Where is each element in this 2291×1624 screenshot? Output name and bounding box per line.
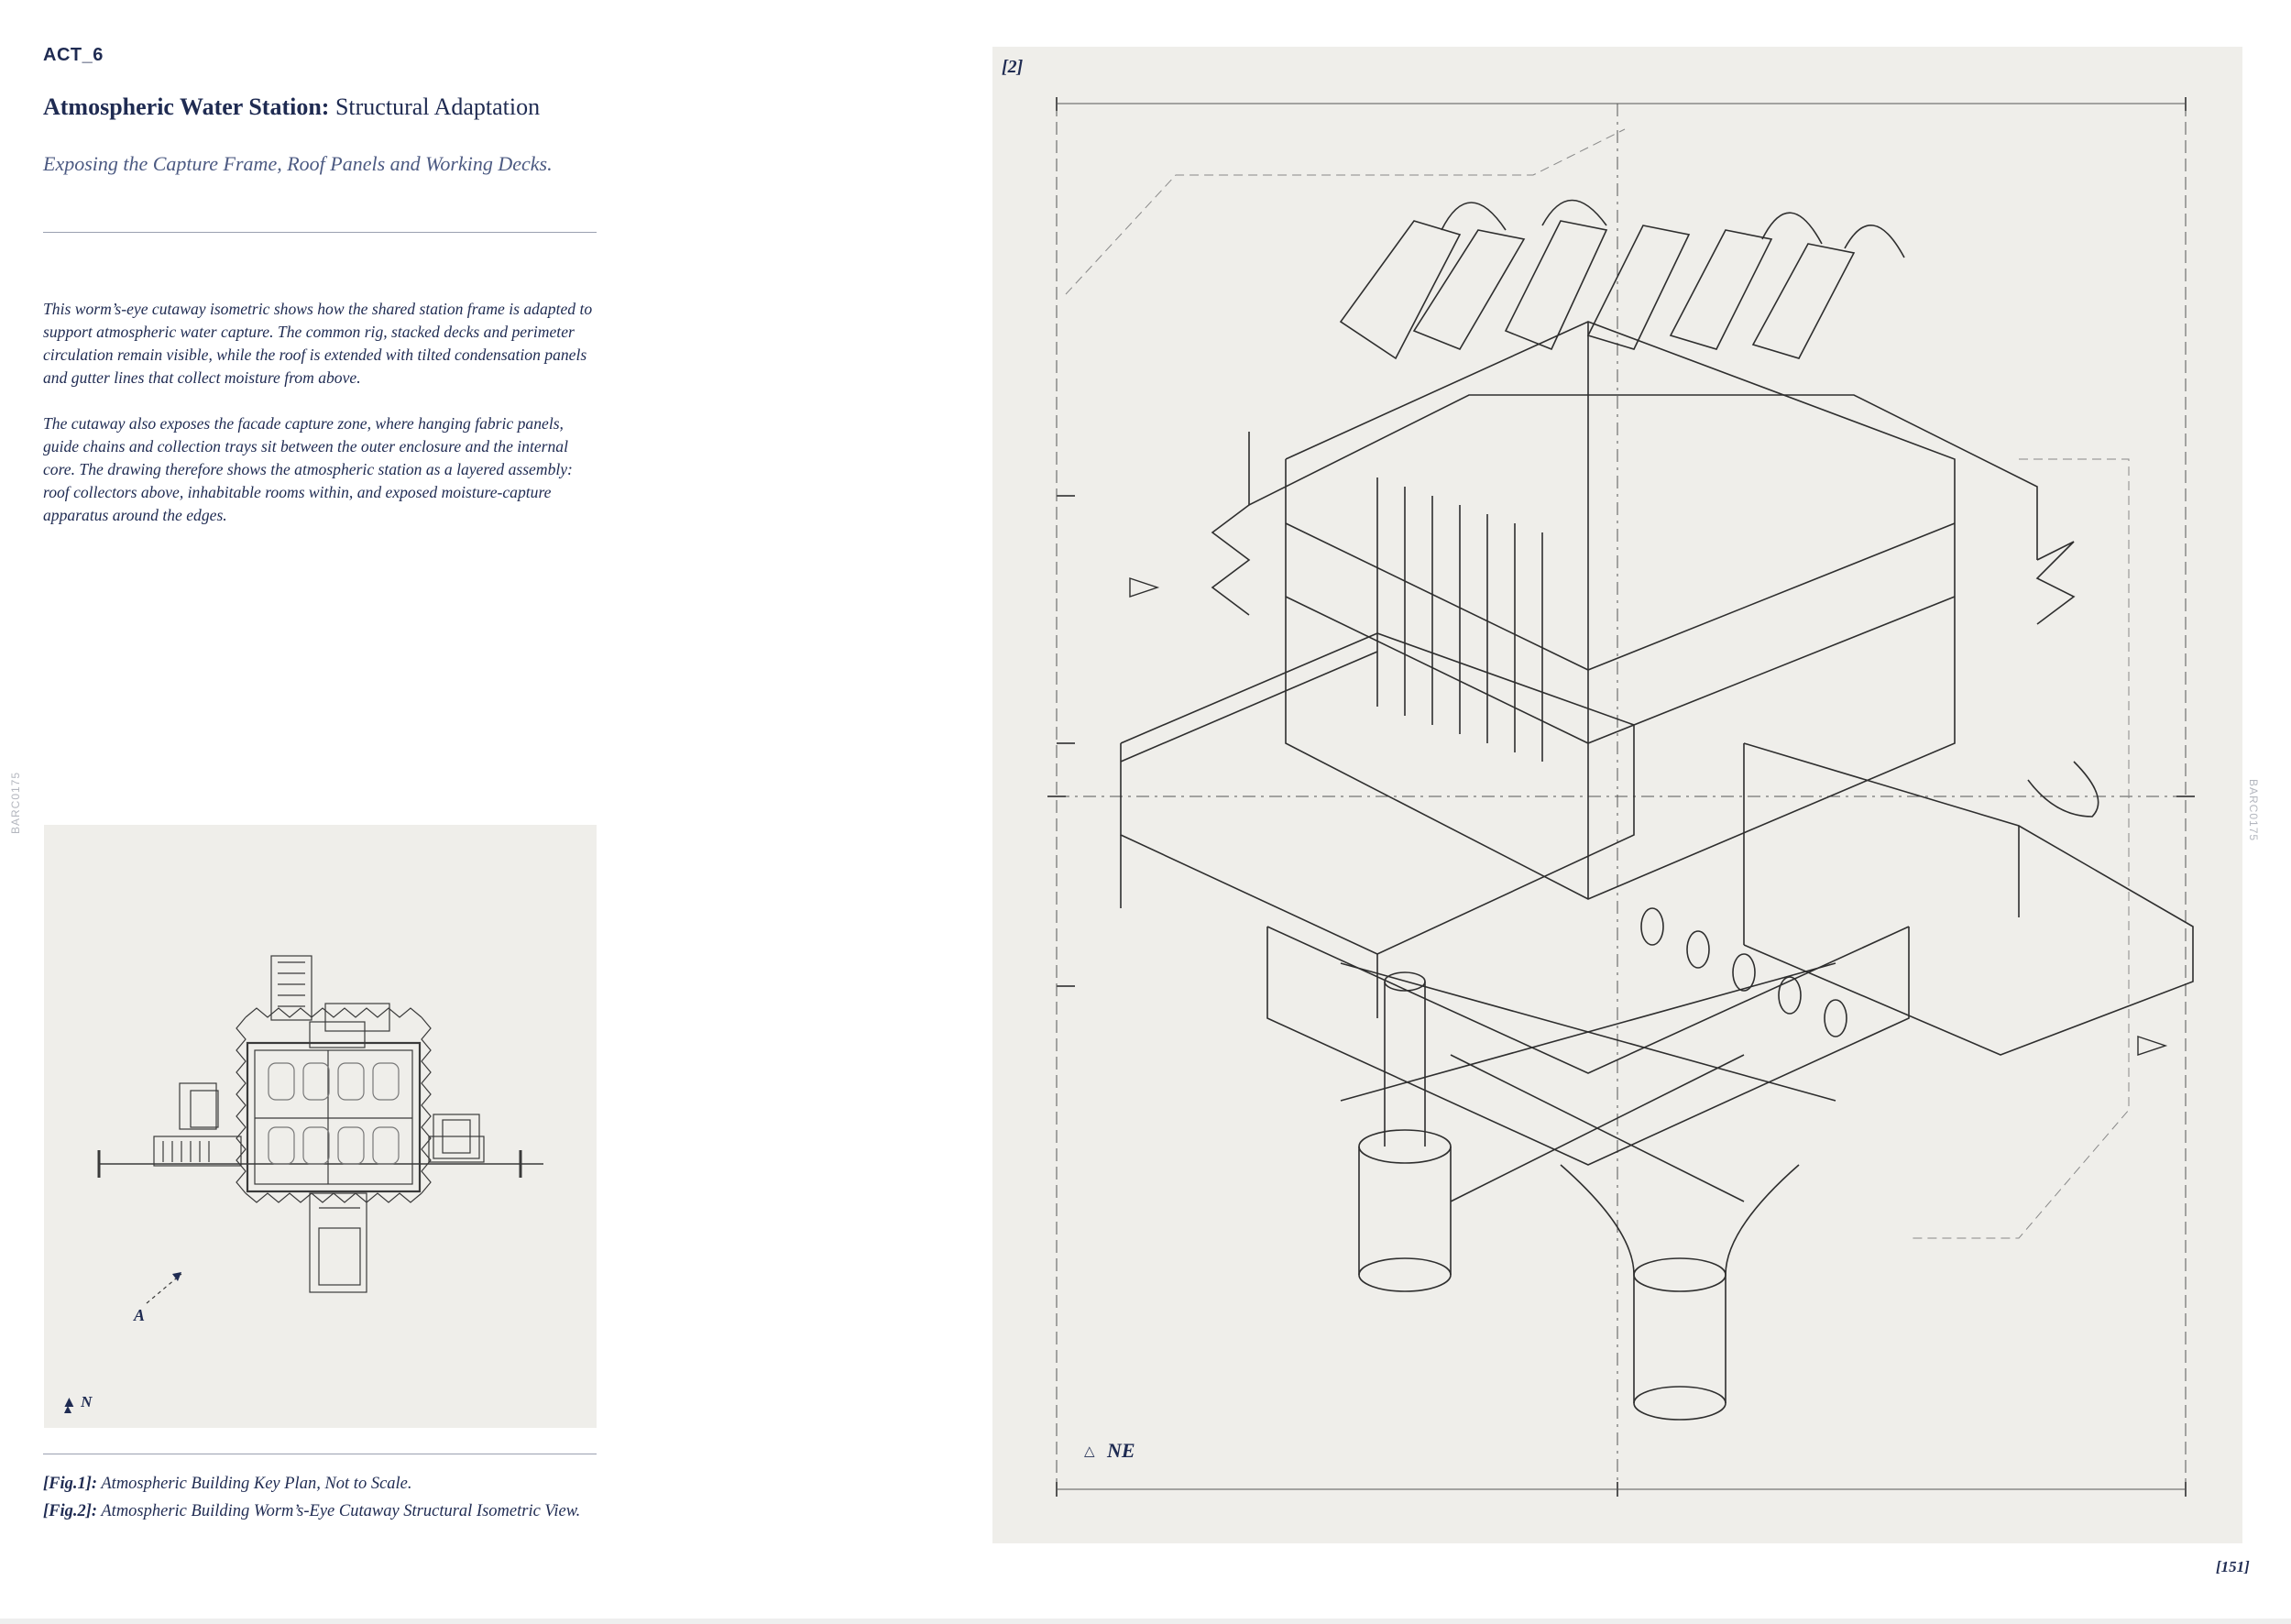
title-regular: Structural Adaptation bbox=[329, 93, 541, 120]
figure-captions: [Fig.1]: Atmospheric Building Key Plan, … bbox=[43, 1470, 593, 1525]
page-title: Atmospheric Water Station: Structural Ad… bbox=[43, 93, 540, 121]
north-label: N bbox=[81, 1393, 93, 1410]
caption-fig-2: [Fig.2]: Atmospheric Building Worm’s-Eye… bbox=[43, 1498, 593, 1525]
figure-ref: [2] bbox=[1002, 57, 1024, 77]
caption-fig-1-text: Atmospheric Building Key Plan, Not to Sc… bbox=[97, 1475, 412, 1493]
caption-fig-2-text: Atmospheric Building Worm’s-Eye Cutaway … bbox=[97, 1502, 581, 1520]
caption-fig-1-ref: [Fig.1]: bbox=[43, 1475, 98, 1493]
side-label-right: BARC0175 bbox=[2247, 779, 2260, 842]
bottom-strip bbox=[0, 1619, 2291, 1624]
page-number: [151] bbox=[2216, 1558, 2250, 1575]
section-label-a: A bbox=[134, 1306, 146, 1324]
triangle-outline-icon: △ bbox=[1084, 1444, 1095, 1459]
body-paragraph-2: The cutaway also exposes the facade capt… bbox=[43, 414, 573, 524]
title-bold: Atmospheric Water Station: bbox=[43, 93, 330, 120]
caption-fig-1: [Fig.1]: Atmospheric Building Key Plan, … bbox=[43, 1470, 593, 1498]
act-tag: ACT_6 bbox=[43, 45, 104, 65]
page-subtitle: Exposing the Capture Frame, Roof Panels … bbox=[43, 152, 553, 175]
body-paragraph-1: This worm’s-eye cutaway isometric shows … bbox=[43, 300, 593, 387]
key-plan-panel bbox=[44, 825, 597, 1428]
north-indicator: ▲ N bbox=[61, 1393, 93, 1410]
key-plan-drawing bbox=[64, 955, 543, 1413]
isometric-panel bbox=[992, 47, 2242, 1543]
header-divider bbox=[43, 232, 597, 233]
orientation-label: NE bbox=[1107, 1439, 1135, 1462]
caption-fig-2-ref: [Fig.2]: bbox=[43, 1502, 98, 1520]
body-text: This worm’s-eye cutaway isometric shows … bbox=[43, 298, 602, 550]
isometric-drawing bbox=[1047, 97, 2195, 1497]
side-label-left: BARC0175 bbox=[9, 771, 22, 834]
